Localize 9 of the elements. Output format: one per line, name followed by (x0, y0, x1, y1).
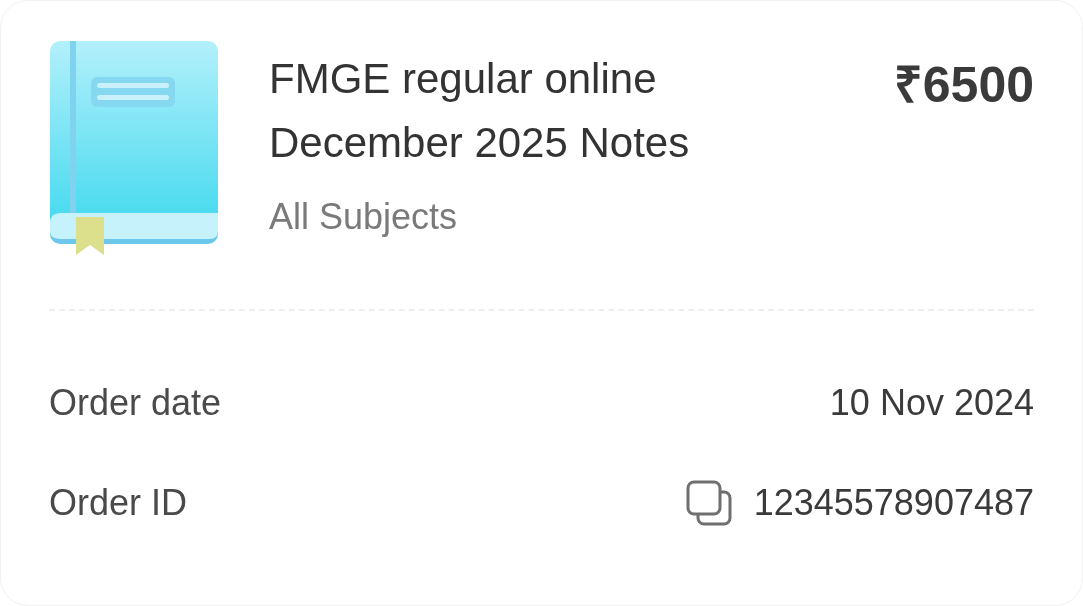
product-title: FMGE regular online December 2025 Notes (269, 54, 691, 168)
product-price: ₹6500 (893, 56, 1034, 115)
detail-label: Order date (49, 381, 222, 425)
detail-value: 12345578907487 (753, 481, 1034, 525)
copy-icon[interactable] (685, 480, 732, 526)
detail-value: 10 Nov 2024 (829, 381, 1034, 425)
detail-label: Order ID (49, 481, 188, 525)
product-subtitle: All Subjects (269, 195, 459, 239)
book-icon (49, 41, 219, 256)
